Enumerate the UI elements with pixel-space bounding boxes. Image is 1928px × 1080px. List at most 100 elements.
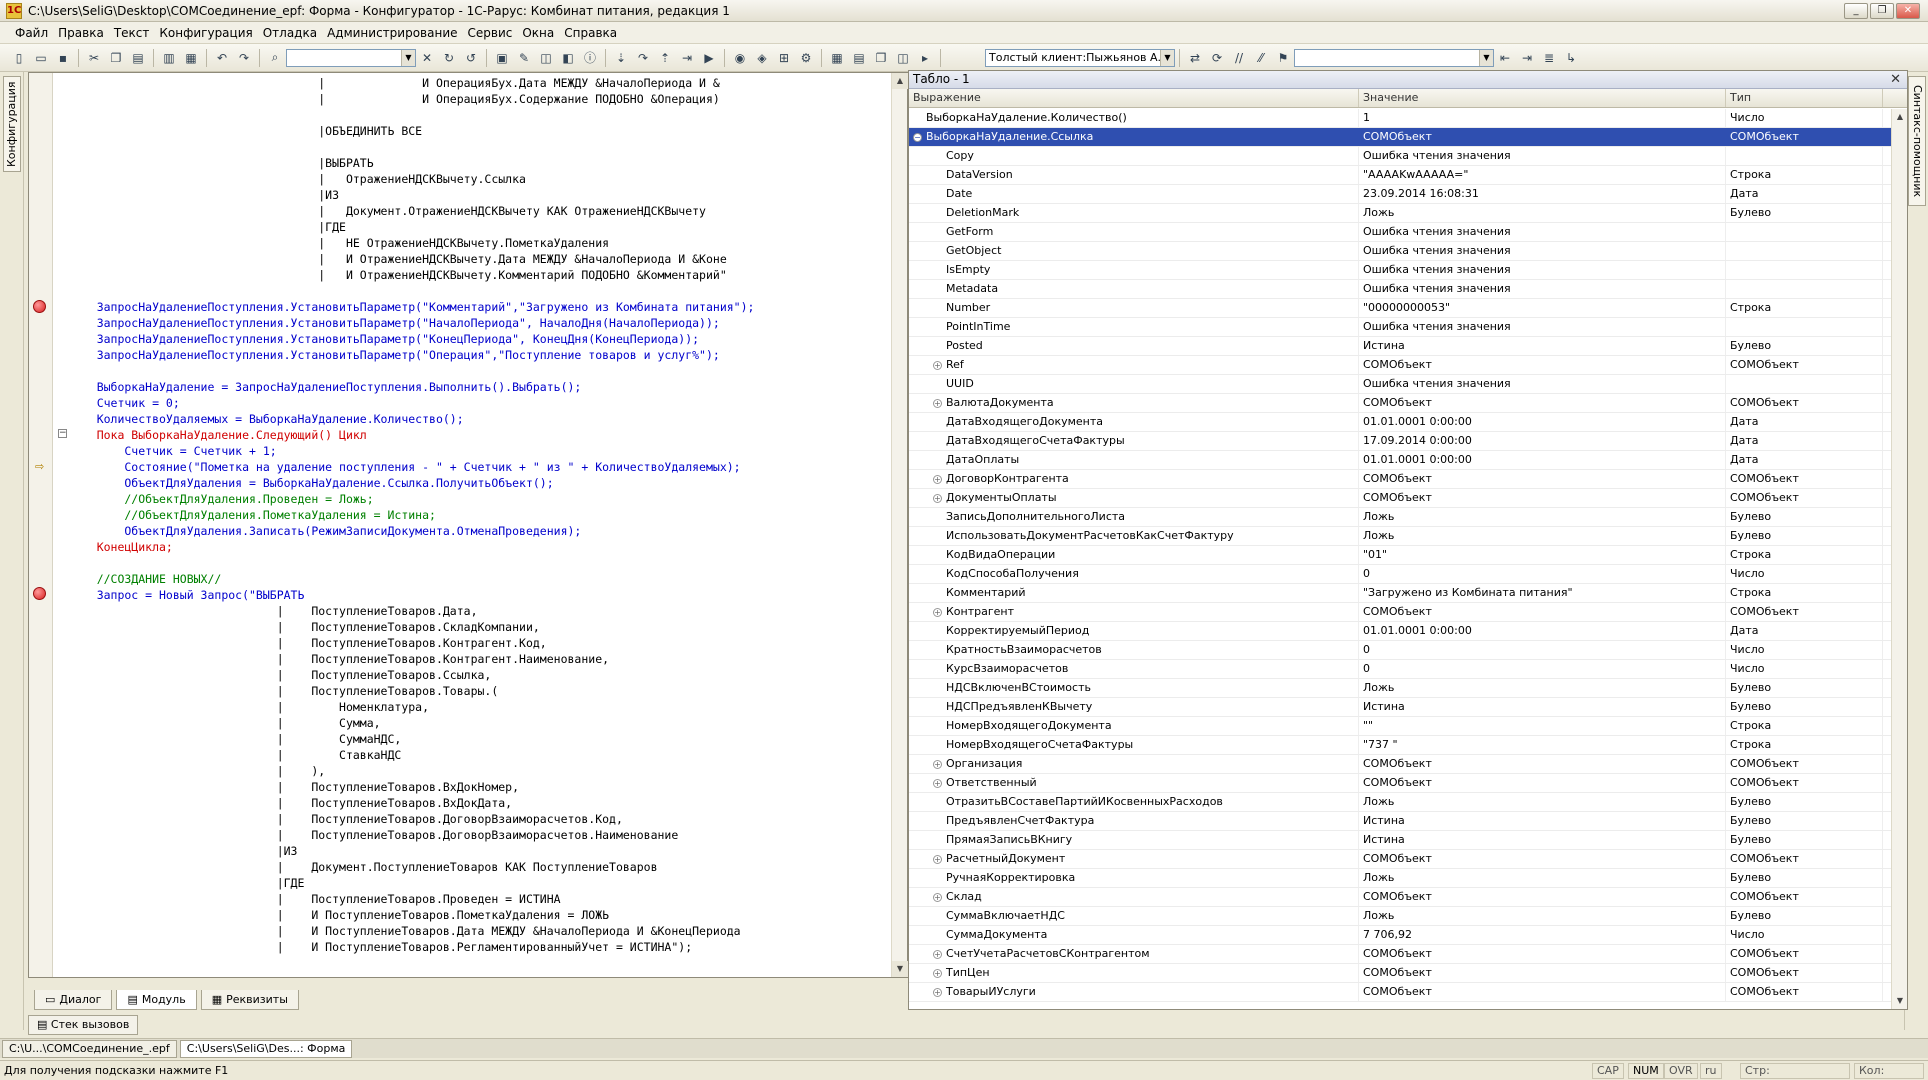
chevron-down-icon[interactable]: ▼	[1160, 49, 1174, 66]
cell-expression[interactable]: + Организация	[909, 755, 1359, 773]
expand-toggle-icon[interactable]: +	[933, 759, 942, 769]
cell-value[interactable]: COMОбъект	[1359, 964, 1726, 982]
cell-expression[interactable]: ДатаВходящегоСчетаФактуры	[909, 432, 1359, 450]
cell-value[interactable]: COMОбъект	[1359, 983, 1726, 1001]
expand-toggle-icon[interactable]: +	[933, 854, 942, 864]
code-line[interactable]: | И ОперацияБух.Дата МЕЖДУ &НачалоПериод…	[69, 75, 893, 91]
cell-value[interactable]: COMОбъект	[1359, 470, 1726, 488]
table-row[interactable]: + Склад COMОбъект COMОбъект	[909, 888, 1893, 907]
scroll-down-icon[interactable]: ▼	[892, 961, 908, 977]
cell-expression[interactable]: Date	[909, 185, 1359, 203]
menu-help[interactable]: Справка	[559, 23, 622, 43]
cell-value[interactable]: Ложь	[1359, 679, 1726, 697]
compare-icon[interactable]: ⇄	[1186, 49, 1204, 67]
code-line[interactable]: | СуммаНДС,	[69, 731, 893, 747]
expand-toggle-icon[interactable]: +	[933, 778, 942, 788]
cell-value[interactable]: Ошибка чтения значения	[1359, 242, 1726, 260]
cell-expression[interactable]: ОтразитьВСоставеПартийИКосвенныхРасходов	[909, 793, 1359, 811]
code-line[interactable]: | ПоступлениеТоваров.ДоговорВзаиморасчет…	[69, 827, 893, 843]
table-row[interactable]: GetForm Ошибка чтения значения	[909, 223, 1893, 242]
cell-value[interactable]: 23.09.2014 16:08:31	[1359, 185, 1726, 203]
cell-value[interactable]: Ошибка чтения значения	[1359, 147, 1726, 165]
bookmark-icon[interactable]: ⚑	[1274, 49, 1292, 67]
code-line[interactable]: | ПоступлениеТоваров.ВхДокНомер,	[69, 779, 893, 795]
cell-expression[interactable]: СуммаДокумента	[909, 926, 1359, 944]
code-line[interactable]: ОбъектДляУдаления = ВыборкаНаУдаление.Сс…	[69, 475, 893, 491]
cell-expression[interactable]: КодСпособаПолучения	[909, 565, 1359, 583]
code-line[interactable]: | ПоступлениеТоваров.Контрагент.Код,	[69, 635, 893, 651]
cell-value[interactable]: 17.09.2014 0:00:00	[1359, 432, 1726, 450]
new-document-icon[interactable]: ▯	[10, 49, 28, 67]
expand-toggle-icon[interactable]: +	[933, 987, 942, 997]
preview-icon[interactable]: ▦	[182, 49, 200, 67]
cell-value[interactable]: 1	[1359, 109, 1726, 127]
save-icon[interactable]: ▪	[54, 49, 72, 67]
cell-value[interactable]: Истина	[1359, 698, 1726, 716]
table-row[interactable]: DeletionMark Ложь Булево	[909, 204, 1893, 223]
cell-value[interactable]: 0	[1359, 641, 1726, 659]
cell-value[interactable]: 01.01.0001 0:00:00	[1359, 622, 1726, 640]
table-row[interactable]: КодСпособаПолучения 0 Число	[909, 565, 1893, 584]
code-line[interactable]: КоличествоУдаляемых = ВыборкаНаУдаление.…	[69, 411, 893, 427]
code-line[interactable]: |ИЗ	[69, 843, 893, 859]
table-row[interactable]: НДСПредъявленКВычету Истина Булево	[909, 698, 1893, 717]
cell-value[interactable]: Ошибка чтения значения	[1359, 318, 1726, 336]
cell-expression[interactable]: − ВыборкаНаУдаление.Ссылка	[909, 128, 1359, 146]
cell-expression[interactable]: ПрямаяЗаписьВКнигу	[909, 831, 1359, 849]
cell-value[interactable]: Ложь	[1359, 204, 1726, 222]
code-line[interactable]: ВыборкаНаУдаление = ЗапросНаУдалениеПост…	[69, 379, 893, 395]
column-expression[interactable]: Выражение	[909, 89, 1359, 107]
code-line[interactable]: |ВЫБРАТЬ	[69, 155, 893, 171]
code-line[interactable]: Состояние("Пометка на удаление поступлен…	[69, 459, 893, 475]
cell-expression[interactable]: DataVersion	[909, 166, 1359, 184]
code-line[interactable]: | ПоступлениеТоваров.Ссылка,	[69, 667, 893, 683]
menu-text[interactable]: Текст	[109, 23, 155, 43]
find-icon[interactable]: ⌕	[266, 49, 284, 67]
table-row[interactable]: НомерВходящегоДокумента "" Строка	[909, 717, 1893, 736]
code-line[interactable]: | НЕ ОтражениеНДСКВычету.ПометкаУдаления	[69, 235, 893, 251]
tab-attributes[interactable]: ▦ Реквизиты	[200, 990, 299, 1010]
cell-value[interactable]: Ложь	[1359, 508, 1726, 526]
cell-expression[interactable]: ДатаОплаты	[909, 451, 1359, 469]
cell-expression[interactable]: КодВидаОперации	[909, 546, 1359, 564]
uncomment-icon[interactable]: ⁄⁄	[1252, 49, 1270, 67]
code-line[interactable]: //ОбъектДляУдаления.ПометкаУдаления = Ис…	[69, 507, 893, 523]
table-row[interactable]: СуммаДокумента 7 706,92 Число	[909, 926, 1893, 945]
cell-expression[interactable]: РучнаяКорректировка	[909, 869, 1359, 887]
cell-value[interactable]: ""	[1359, 717, 1726, 735]
code-text[interactable]: | И ОперацияБух.Дата МЕЖДУ &НачалоПериод…	[69, 73, 893, 977]
update-config-icon[interactable]: ⟳	[1208, 49, 1226, 67]
cell-value[interactable]: 0	[1359, 660, 1726, 678]
window-list-icon[interactable]: ▤	[850, 49, 868, 67]
scroll-down-icon[interactable]: ▼	[1892, 993, 1908, 1009]
cell-expression[interactable]: + Склад	[909, 888, 1359, 906]
syntax-helper-tab[interactable]: Синтакс-помощник	[1908, 76, 1926, 206]
cell-value[interactable]: COMОбъект	[1359, 128, 1726, 146]
code-line[interactable]: | ПоступлениеТоваров.ДоговорВзаиморасчет…	[69, 811, 893, 827]
cell-value[interactable]: COMОбъект	[1359, 755, 1726, 773]
open-folder-icon[interactable]: ▭	[32, 49, 50, 67]
cell-expression[interactable]: + ДоговорКонтрагента	[909, 470, 1359, 488]
code-line[interactable]: | ),	[69, 763, 893, 779]
cut-icon[interactable]: ✂	[85, 49, 103, 67]
next-proc-icon[interactable]: ⇥	[1518, 49, 1536, 67]
cell-expression[interactable]: + Ref	[909, 356, 1359, 374]
code-line[interactable]: Счетчик = Счетчик + 1;	[69, 443, 893, 459]
table-row[interactable]: НДСВключенВСтоимость Ложь Булево	[909, 679, 1893, 698]
code-line[interactable]	[69, 363, 893, 379]
cell-expression[interactable]: GetForm	[909, 223, 1359, 241]
table-row[interactable]: ДатаВходящегоСчетаФактуры 17.09.2014 0:00…	[909, 432, 1893, 451]
cell-value[interactable]: COMОбъект	[1359, 603, 1726, 621]
expand-toggle-icon[interactable]: +	[933, 949, 942, 959]
table-row[interactable]: Number "00000000053" Строка	[909, 299, 1893, 318]
code-line[interactable]: Запрос = Новый Запрос("ВЫБРАТЬ	[69, 587, 893, 603]
prev-proc-icon[interactable]: ⇤	[1496, 49, 1514, 67]
table-row[interactable]: + ВалютаДокумента COMОбъект COMОбъект	[909, 394, 1893, 413]
cell-expression[interactable]: НомерВходящегоСчетаФактуры	[909, 736, 1359, 754]
table-row[interactable]: КратностьВзаиморасчетов 0 Число	[909, 641, 1893, 660]
code-line[interactable]: | ПоступлениеТоваров.Проведен = ИСТИНА	[69, 891, 893, 907]
query-builder-icon[interactable]: ◧	[559, 49, 577, 67]
table-row[interactable]: IsEmpty Ошибка чтения значения	[909, 261, 1893, 280]
table-row[interactable]: + ДокументыОплаты COMОбъект COMОбъект	[909, 489, 1893, 508]
cell-expression[interactable]: IsEmpty	[909, 261, 1359, 279]
